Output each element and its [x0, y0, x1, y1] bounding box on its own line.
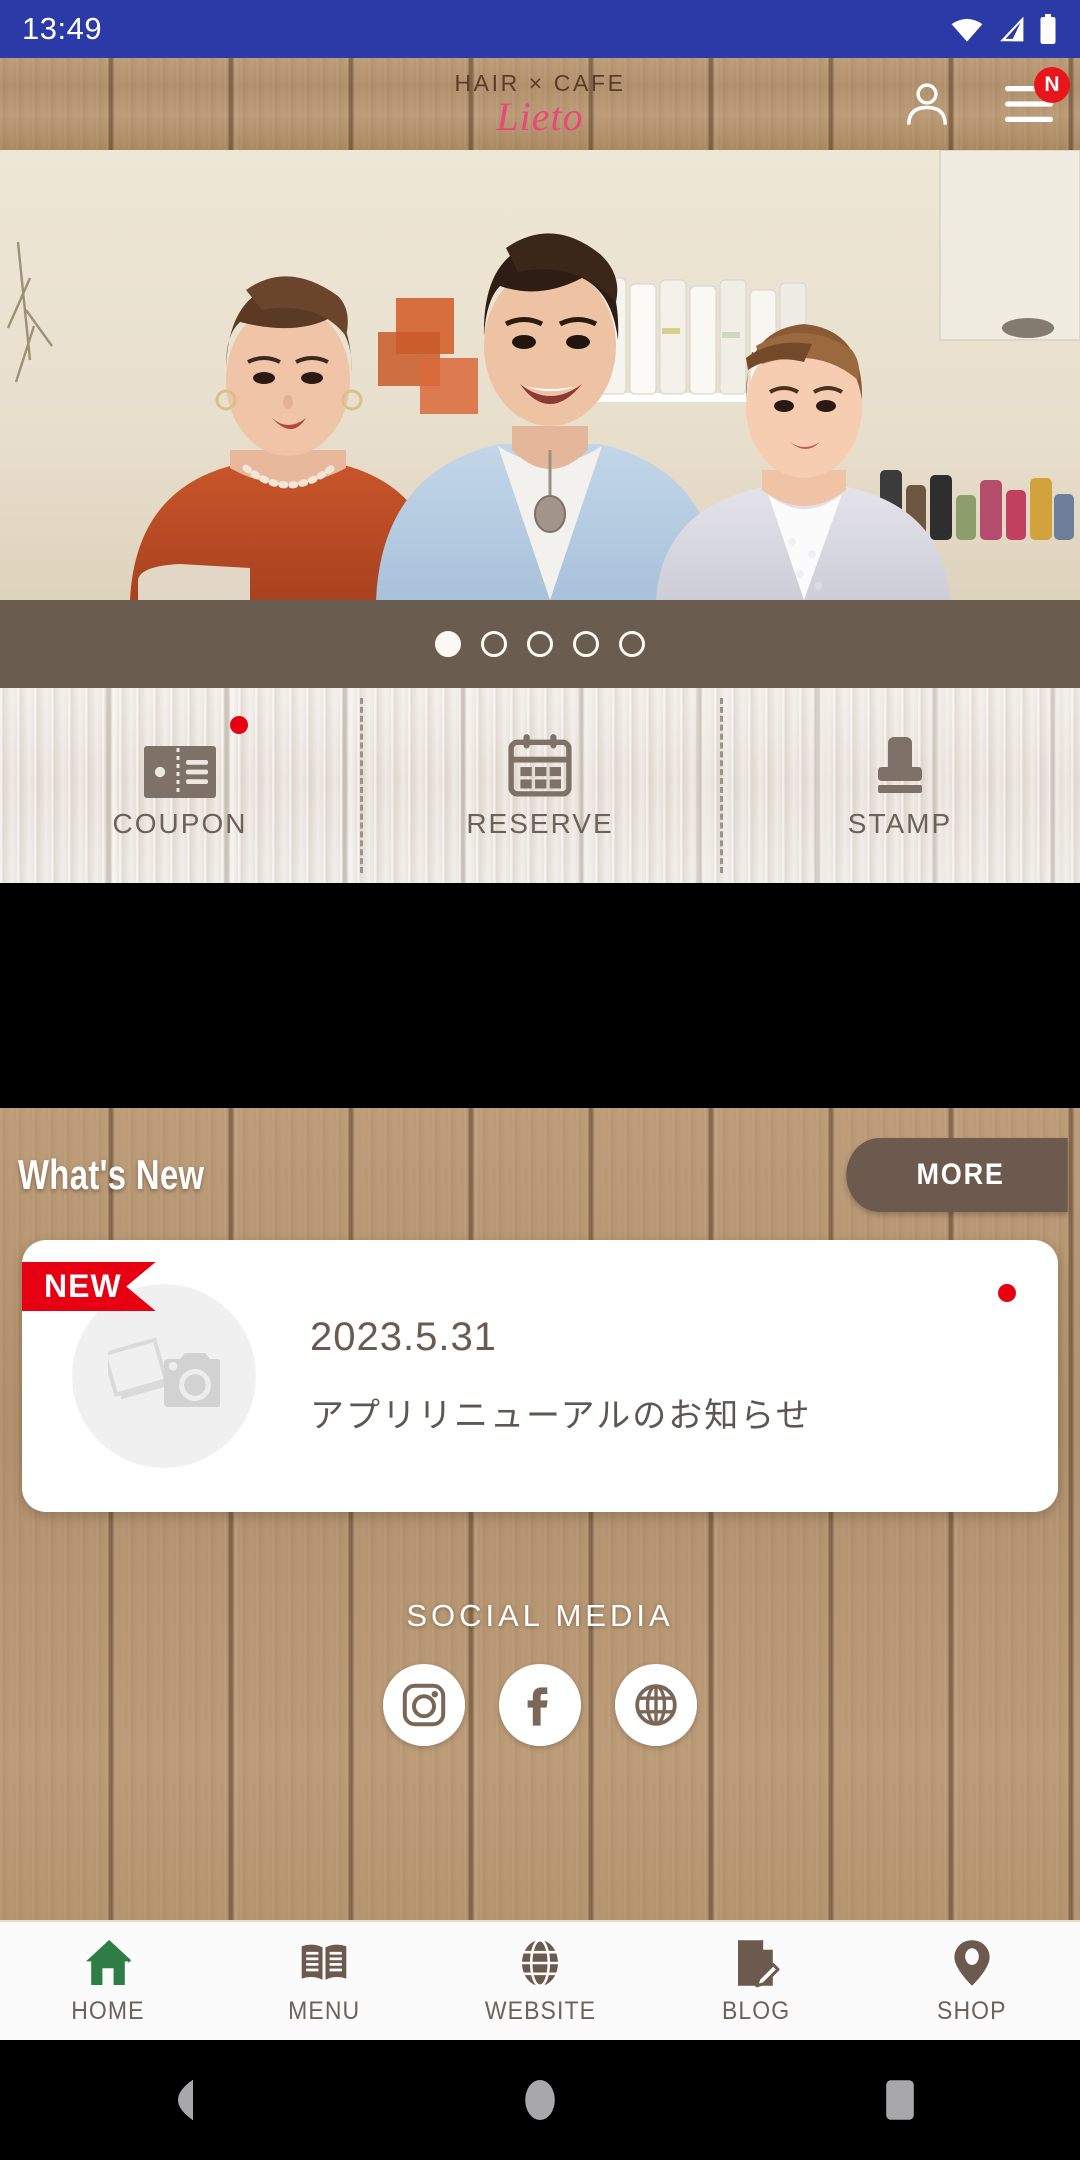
logo-subtitle: HAIR × CAFE: [454, 69, 626, 96]
logo-wordmark: Lieto: [496, 93, 584, 139]
carousel-dot-1[interactable]: [435, 631, 461, 657]
social-media-section: SOCIAL MEDIA: [0, 1546, 1080, 1746]
status-bar: 13:49: [0, 0, 1080, 58]
android-recents-button[interactable]: [840, 2040, 960, 2160]
instagram-icon: [402, 1683, 446, 1727]
photo-camera-placeholder-icon: [108, 1337, 220, 1407]
nav-item-website[interactable]: WEBSITE: [432, 1937, 648, 2026]
pencil-document-icon: [738, 1939, 780, 1987]
quick-action-label: COUPON: [112, 807, 248, 839]
header-actions: N: [900, 67, 1070, 131]
whats-new-header: What's New MORE: [0, 1136, 1080, 1214]
news-card[interactable]: NEW 2023.5.31 アプリリニューアルのお知らせ: [22, 1240, 1058, 1512]
back-triangle-icon: [178, 2079, 193, 2121]
whats-new-more-button[interactable]: MORE: [846, 1138, 1068, 1212]
nav-label: WEBSITE: [484, 1996, 596, 2025]
social-link-website[interactable]: [615, 1664, 697, 1746]
quick-action-reserve[interactable]: RESERVE: [360, 688, 720, 883]
status-bar-icons: [950, 14, 1058, 44]
globe-icon: [521, 1938, 559, 1987]
signal-icon: [1000, 16, 1024, 42]
nav-item-blog[interactable]: BLOG: [648, 1937, 864, 2026]
nav-label: MENU: [287, 1996, 361, 2025]
battery-icon: [1040, 14, 1056, 44]
app-header: HAIR × CAFE Lieto N: [0, 58, 1080, 150]
coupon-ticket-icon: [144, 732, 216, 798]
nav-item-shop[interactable]: SHOP: [864, 1937, 1080, 2026]
nav-label: BLOG: [721, 1996, 791, 2025]
nav-item-home[interactable]: HOME: [0, 1937, 216, 2026]
android-home-button[interactable]: [480, 2040, 600, 2160]
social-media-title: SOCIAL MEDIA: [406, 1598, 674, 1633]
account-button[interactable]: [900, 77, 954, 131]
social-media-icons: [0, 1664, 1080, 1746]
quick-actions-bar: COUPON RESERVE STAMP: [0, 688, 1080, 883]
nav-label: SHOP: [937, 1996, 1007, 2025]
carousel-indicator[interactable]: [0, 600, 1080, 688]
news-title-text: アプリリニューアルのお知らせ: [310, 1397, 812, 1435]
menu-button[interactable]: N: [1002, 67, 1070, 131]
map-pin-icon: [954, 1939, 990, 1986]
new-badge: NEW: [22, 1262, 156, 1311]
hero-photo: [0, 150, 1080, 600]
person-icon: [907, 83, 947, 125]
carousel-dot-3[interactable]: [527, 631, 553, 657]
app-screen: 13:49 HAIR × CAFE Lieto N COUPON RESERVE…: [0, 0, 1080, 2160]
stamp-icon: [870, 732, 930, 798]
wifi-icon: [951, 18, 983, 42]
social-link-facebook[interactable]: [499, 1664, 581, 1746]
quick-action-stamp[interactable]: STAMP: [720, 688, 1080, 883]
quick-action-label: STAMP: [847, 807, 953, 839]
facebook-icon: [527, 1687, 548, 1726]
website-globe-icon: [635, 1684, 677, 1726]
nav-item-menu[interactable]: MENU: [216, 1937, 432, 2026]
carousel-dot-2[interactable]: [481, 631, 507, 657]
carousel-dot-5[interactable]: [619, 631, 645, 657]
social-link-instagram[interactable]: [383, 1664, 465, 1746]
android-system-nav: [0, 2040, 1080, 2160]
menu-notification-badge: N: [1034, 67, 1070, 103]
news-date: 2023.5.31: [310, 1315, 497, 1359]
status-bar-time: 13:49: [22, 11, 103, 46]
home-circle-icon: [525, 2080, 555, 2120]
whats-new-title: What's New: [18, 1151, 205, 1198]
quick-action-label: RESERVE: [466, 807, 614, 839]
carousel-dot-4[interactable]: [573, 631, 599, 657]
android-back-button[interactable]: [120, 2040, 240, 2160]
quick-action-coupon[interactable]: COUPON: [0, 688, 360, 883]
coupon-notification-dot: [230, 716, 249, 734]
book-icon: [301, 1944, 347, 1980]
news-body: 2023.5.31 アプリリニューアルのお知らせ: [256, 1315, 812, 1437]
hero-carousel[interactable]: [0, 150, 1080, 600]
app-logo: HAIR × CAFE Lieto: [454, 69, 626, 139]
recents-square-icon: [886, 2080, 914, 2120]
whats-new-section: What's New MORE NEW 2023.5.31 アプリリニューアルの…: [0, 1108, 1080, 1546]
nav-label: HOME: [71, 1996, 145, 2025]
news-unread-dot: [998, 1284, 1016, 1302]
bottom-navigation: HOME MENU WEBSITE BLOG SHOP: [0, 1920, 1080, 2040]
home-icon: [86, 1939, 132, 1985]
calendar-icon: [507, 732, 573, 798]
news-thumbnail: [72, 1284, 256, 1468]
